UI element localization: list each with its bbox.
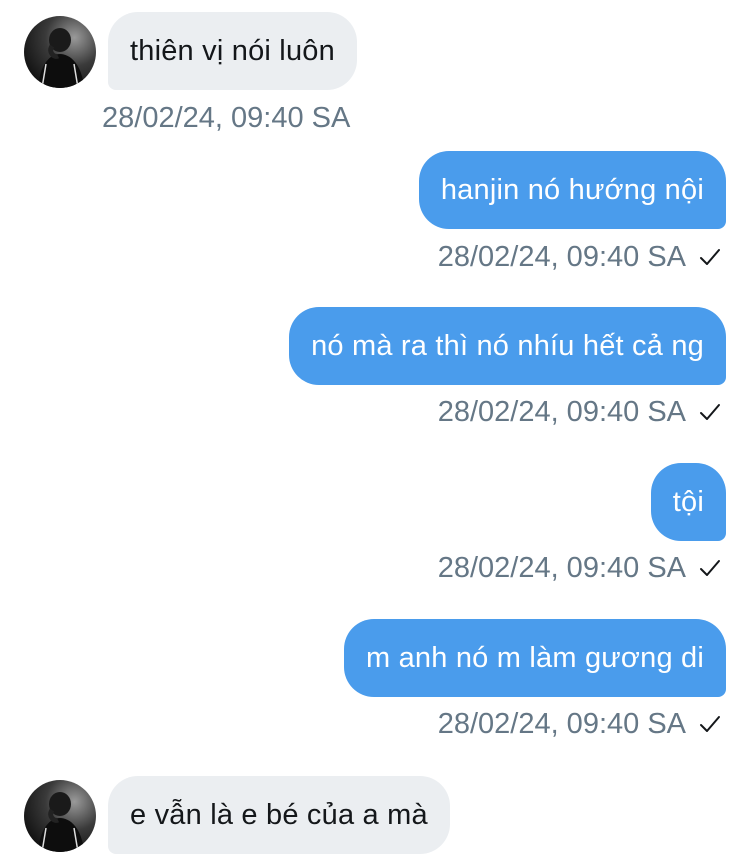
message-text: thiên vị nói luôn [130,34,335,67]
checkmark-icon [700,404,720,420]
avatar-image [24,16,96,88]
timestamp-text: 28/02/24, 09:40 SA [437,551,686,584]
timestamp-text: 28/02/24, 09:40 SA [437,240,686,273]
message-timestamp: 28/02/24, 09:40 SA [102,100,350,136]
checkmark-icon [700,716,720,732]
conversation-thread: thiên vị nói luôn 28/02/24, 09:40 SA han… [0,0,750,867]
avatar-image [24,780,96,852]
avatar[interactable] [24,16,96,88]
message-bubble-sent[interactable]: nó mà ra thì nó nhíu hết cả ng [289,307,726,385]
message-bubble-received[interactable]: e vẫn là e bé của a mà [108,776,450,854]
message-timestamp: 28/02/24, 09:40 SA [438,239,722,275]
message-timestamp: 28/02/24, 09:40 SA [438,394,722,430]
message-text: hanjin nó hướng nội [440,173,704,206]
message-timestamp: 28/02/24, 09:40 SA [438,550,722,586]
message-text: m anh nó m làm gương di [365,641,704,674]
checkmark-icon [700,560,720,576]
message-bubble-sent[interactable]: hanjin nó hướng nội [418,151,726,229]
message-bubble-received[interactable]: thiên vị nói luôn [108,12,357,90]
timestamp-text: 28/02/24, 09:40 SA [102,101,351,134]
message-bubble-sent[interactable]: tội [650,463,726,541]
message-text: nó mà ra thì nó nhíu hết cả ng [311,329,704,362]
timestamp-text: 28/02/24, 09:40 SA [437,707,686,740]
message-timestamp: 28/02/24, 09:40 SA [438,706,722,742]
timestamp-text: 28/02/24, 09:40 SA [437,395,686,428]
message-bubble-sent[interactable]: m anh nó m làm gương di [343,619,726,697]
checkmark-icon [700,249,720,265]
message-text: e vẫn là e bé của a mà [130,798,428,831]
avatar[interactable] [24,780,96,852]
message-text: tội [672,485,704,518]
